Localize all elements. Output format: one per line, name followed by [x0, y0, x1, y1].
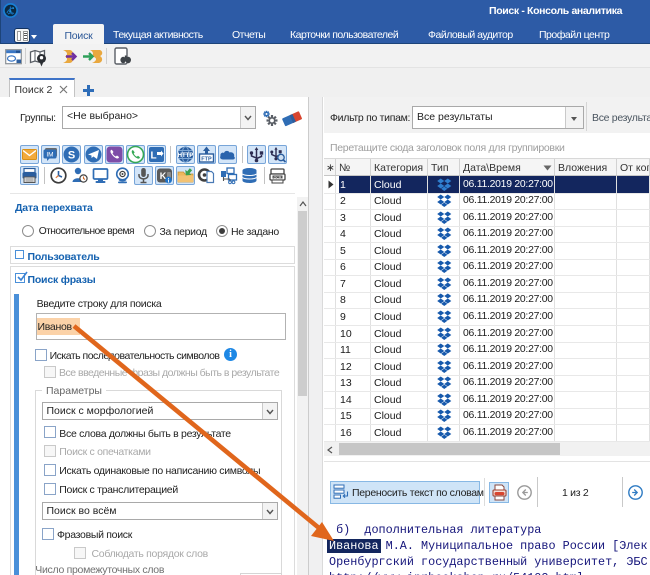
svg-text:IM: IM [47, 151, 54, 158]
svg-text:HTTP: HTTP [177, 153, 193, 159]
svg-text:OCR: OCR [274, 175, 282, 179]
svg-text:i: i [168, 177, 170, 184]
svg-text:S: S [68, 149, 75, 161]
svg-text:L: L [151, 150, 157, 161]
svg-text:FTP: FTP [201, 156, 212, 162]
